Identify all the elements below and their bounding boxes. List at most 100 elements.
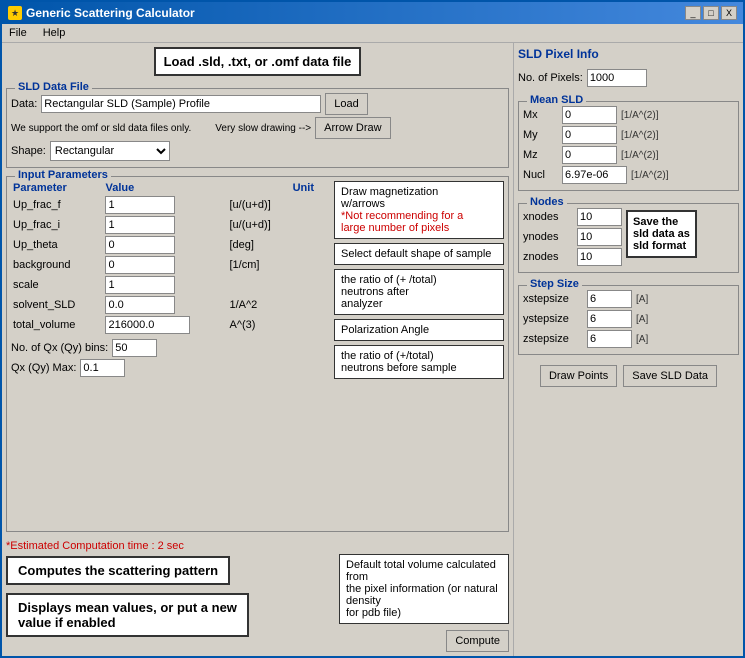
znodes-label: znodes (523, 251, 573, 263)
sld-data-file-label: SLD Data File (15, 81, 92, 93)
param-input[interactable] (105, 296, 175, 314)
data-input[interactable] (41, 95, 321, 113)
shape-select[interactable]: Rectangular Cylindrical Sphere (50, 141, 170, 161)
input-params-group: Input Parameters Parameter Value Unit (6, 176, 509, 532)
param-name: Up_theta (11, 235, 103, 255)
param-table: Parameter Value Unit Up_frac_f (11, 181, 326, 335)
support-text: We support the omf or sld data files onl… (11, 123, 191, 134)
load-callout: Load .sld, .txt, or .omf data file (154, 47, 362, 76)
param-unit (228, 275, 291, 295)
table-row: total_volume A^(3) (11, 315, 326, 335)
znodes-input[interactable] (577, 248, 622, 266)
my-row: My [1/A^(2)] (523, 126, 734, 144)
param-input[interactable] (105, 256, 175, 274)
arrow-draw-text: Very slow drawing --> (215, 123, 311, 134)
xstep-unit: [A] (636, 294, 648, 305)
param-input[interactable] (105, 236, 175, 254)
q-bins-row: No. of Qx (Qy) bins: (11, 339, 326, 357)
q-max-row: Qx (Qy) Max: (11, 359, 326, 377)
ystep-input[interactable] (587, 310, 632, 328)
menu-file[interactable]: File (6, 26, 30, 40)
mz-input[interactable] (562, 146, 617, 164)
minimize-button[interactable]: _ (685, 6, 701, 20)
ynodes-label: ynodes (523, 231, 573, 243)
param-value-cell (103, 195, 227, 215)
my-unit: [1/A^(2)] (621, 130, 658, 141)
no-pixels-label: No. of Pixels: (518, 72, 583, 84)
arrow-draw-button[interactable]: Arrow Draw (315, 117, 390, 139)
nodes-content: xnodes ynodes znodes Save th (523, 208, 734, 268)
mz-unit: [1/A^(2)] (621, 150, 658, 161)
param-table-container: Parameter Value Unit Up_frac_f (11, 181, 326, 379)
xstep-label: xstepsize (523, 293, 583, 305)
ystep-unit: [A] (636, 314, 648, 325)
mx-row: Mx [1/A^(2)] (523, 106, 734, 124)
draw-points-button[interactable]: Draw Points (540, 365, 617, 387)
bottom-row: Computes the scattering pattern Displays… (6, 554, 509, 652)
save-sld-data-button[interactable]: Save SLD Data (623, 365, 717, 387)
mx-input[interactable] (562, 106, 617, 124)
xnodes-row: xnodes (523, 208, 622, 226)
zstep-input[interactable] (587, 330, 632, 348)
param-unit: [deg] (228, 235, 291, 255)
maximize-button[interactable]: □ (703, 6, 719, 20)
no-pixels-input[interactable] (587, 69, 647, 87)
menu-bar: File Help (2, 24, 743, 43)
table-row: scale (11, 275, 326, 295)
select-shape-callout: Select default shape of sample (334, 243, 504, 265)
bottom-area: *Estimated Computation time : 2 sec Comp… (6, 538, 509, 652)
sld-data-file-group: SLD Data File Data: Load We support the … (6, 88, 509, 168)
param-value-cell (103, 315, 227, 335)
col-parameter: Parameter (11, 181, 103, 195)
close-button[interactable]: X (721, 6, 737, 20)
param-value-cell (103, 275, 227, 295)
select-shape-text: Select default shape of sample (341, 248, 491, 260)
zstep-row: zstepsize [A] (523, 330, 734, 348)
param-input[interactable] (105, 216, 175, 234)
menu-help[interactable]: Help (40, 26, 69, 40)
title-buttons: _ □ X (685, 6, 737, 20)
my-input[interactable] (562, 126, 617, 144)
data-row: Data: Load (11, 93, 504, 115)
data-label: Data: (11, 98, 37, 110)
q-bins-label: No. of Qx (Qy) bins: (11, 342, 108, 354)
title-bar: ★ Generic Scattering Calculator _ □ X (2, 2, 743, 24)
computes-callout: Computes the scattering pattern (6, 556, 230, 585)
param-input[interactable] (105, 316, 190, 334)
param-name: background (11, 255, 103, 275)
mx-unit: [1/A^(2)] (621, 110, 658, 121)
step-size-group: Step Size xstepsize [A] ystepsize [A] zs… (518, 285, 739, 355)
displays-area: Displays mean values, or put a new value… (6, 589, 331, 637)
draw-magnetization-callout: Draw magnetization w/arrows *Not recomme… (334, 181, 504, 239)
load-button[interactable]: Load (325, 93, 367, 115)
zstep-label: zstepsize (523, 333, 583, 345)
nucl-input[interactable] (562, 166, 627, 184)
mz-row: Mz [1/A^(2)] (523, 146, 734, 164)
nodes-group: Nodes xnodes ynodes znodes (518, 203, 739, 273)
q-bins-input[interactable] (112, 339, 157, 357)
nucl-label: Nucl (523, 169, 558, 181)
step-size-label: Step Size (527, 278, 582, 290)
left-panel: Load .sld, .txt, or .omf data file SLD D… (2, 43, 513, 656)
param-name: solvent_SLD (11, 295, 103, 315)
shape-row: Shape: Rectangular Cylindrical Sphere (11, 141, 504, 161)
polarization-angle-callout: Polarization Angle (334, 319, 504, 341)
bottom-buttons: Draw Points Save SLD Data (518, 365, 739, 387)
save-sld-callout: Save thesld data assld format (626, 210, 697, 258)
volume-callout-area: Default total volume calculated fromthe … (339, 554, 509, 652)
xnodes-label: xnodes (523, 211, 573, 223)
load-callout-area: Load .sld, .txt, or .omf data file (6, 47, 509, 76)
draw-magnetization-text: Draw magnetization w/arrows *Not recomme… (341, 186, 497, 234)
param-value-cell (103, 295, 227, 315)
q-max-input[interactable] (80, 359, 125, 377)
param-unit: [1/cm] (228, 255, 291, 275)
ynodes-input[interactable] (577, 228, 622, 246)
param-input[interactable] (105, 276, 175, 294)
xnodes-input[interactable] (577, 208, 622, 226)
compute-button[interactable]: Compute (446, 630, 509, 652)
main-content: Load .sld, .txt, or .omf data file SLD D… (2, 43, 743, 656)
param-input[interactable] (105, 196, 175, 214)
xstep-input[interactable] (587, 290, 632, 308)
param-value-cell (103, 255, 227, 275)
shape-label: Shape: (11, 145, 46, 157)
